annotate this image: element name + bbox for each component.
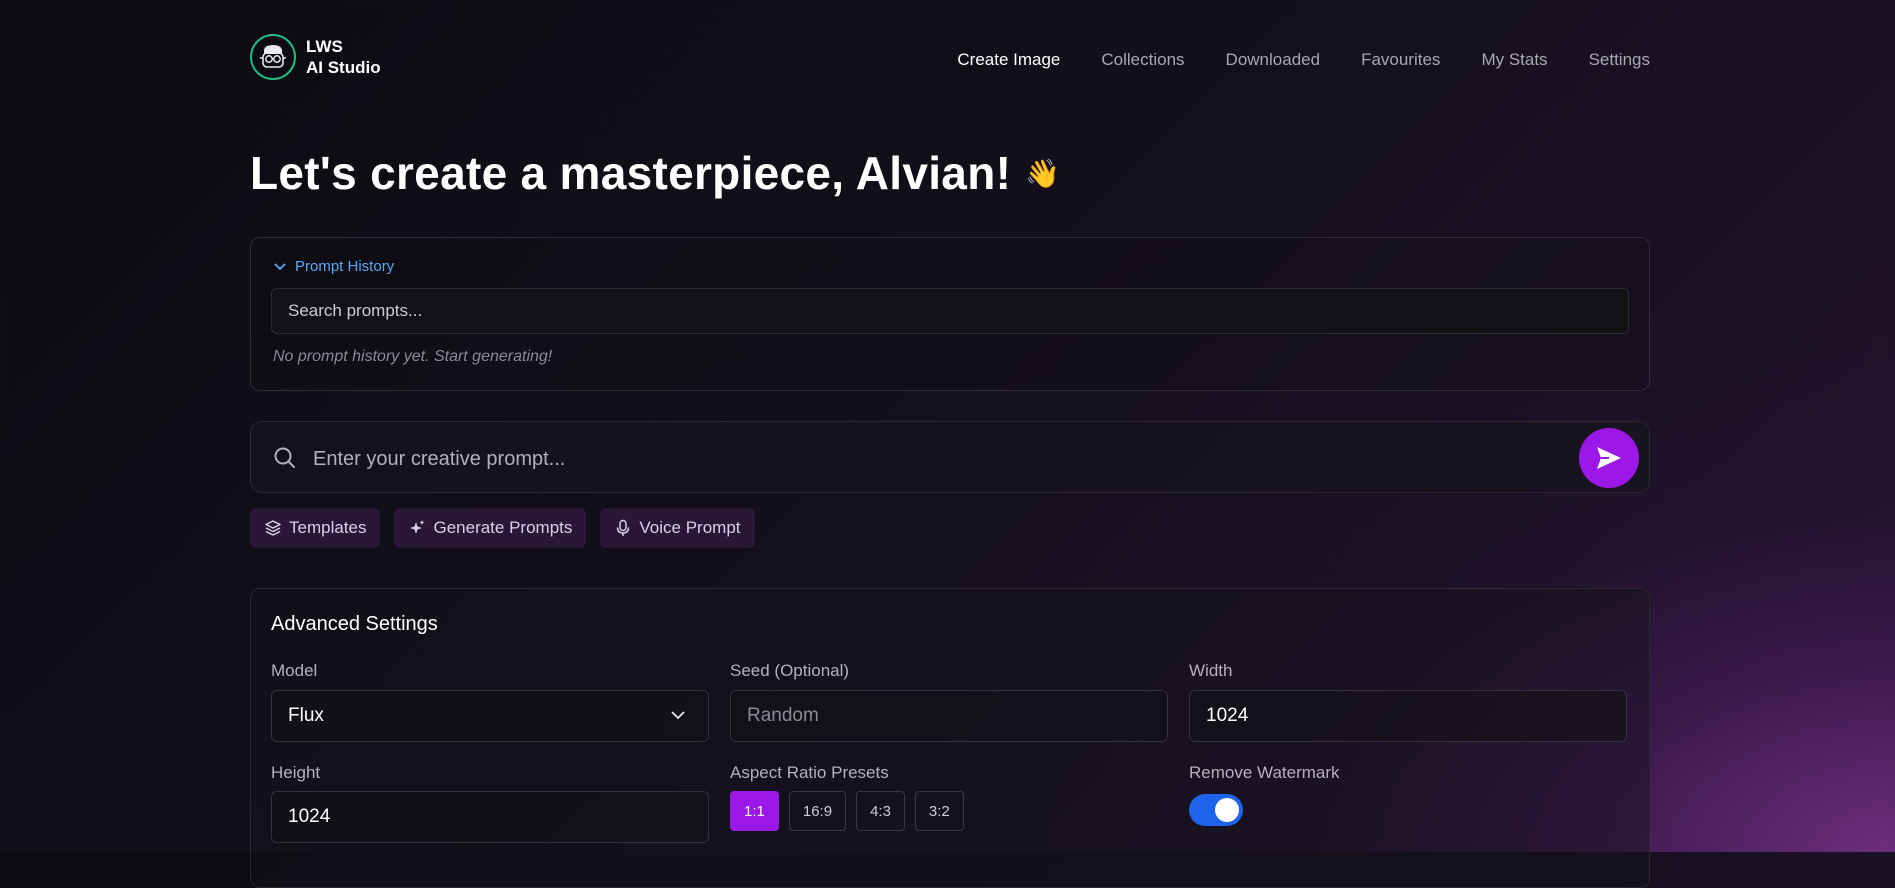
nav-settings[interactable]: Settings: [1589, 50, 1650, 70]
prompt-history-panel: Prompt History No prompt history yet. St…: [250, 237, 1650, 391]
prompt-history-label: Prompt History: [295, 258, 395, 275]
aspect-ratio-16-9[interactable]: 16:9: [788, 791, 847, 831]
templates-label: Templates: [289, 518, 367, 537]
nav-favourites[interactable]: Favourites: [1361, 50, 1440, 70]
aspect-ratio-label: Aspect Ratio Presets: [730, 763, 889, 782]
chevron-down-icon: [274, 262, 286, 270]
layers-icon: [265, 520, 281, 536]
nerd-face-icon: [250, 34, 296, 80]
page-title: Let's create a masterpiece, Alvian! 👋: [250, 148, 1060, 199]
model-label: Model: [271, 661, 318, 680]
nav-create-image[interactable]: Create Image: [957, 50, 1060, 70]
width-input[interactable]: 1024: [1189, 690, 1627, 742]
prompt-tools: Templates Generate Prompts Voice Prompt: [250, 508, 755, 548]
width-input-value: 1024: [1206, 705, 1249, 726]
seed-input-placeholder: Random: [747, 705, 819, 726]
brand-name: LWS AI Studio: [306, 36, 381, 78]
app-container: LWS AI Studio Create Image Collections D…: [250, 0, 1650, 888]
model-select-value: Flux: [288, 705, 324, 726]
waving-hand-icon: 👋: [1025, 158, 1061, 189]
generate-prompts-button[interactable]: Generate Prompts: [394, 508, 587, 548]
seed-label: Seed (Optional): [730, 661, 850, 680]
advanced-settings-title: Advanced Settings: [271, 613, 438, 635]
height-input[interactable]: 1024: [271, 791, 709, 843]
page-title-text: Let's create a masterpiece, Alvian!: [250, 147, 1012, 199]
header: LWS AI Studio Create Image Collections D…: [250, 34, 1650, 90]
prompt-history-search-input[interactable]: [271, 288, 1629, 334]
templates-button[interactable]: Templates: [250, 508, 381, 548]
height-input-value: 1024: [288, 806, 331, 827]
brand-logo[interactable]: LWS AI Studio: [250, 34, 381, 80]
aspect-ratio-4-3[interactable]: 4:3: [856, 791, 905, 831]
nav-my-stats[interactable]: My Stats: [1481, 50, 1547, 70]
prompt-history-empty-text: No prompt history yet. Start generating!: [273, 348, 553, 365]
toggle-knob: [1215, 798, 1239, 822]
main-nav: Create Image Collections Downloaded Favo…: [957, 50, 1650, 70]
model-select[interactable]: Flux: [271, 690, 709, 742]
brand-line-1: LWS: [306, 37, 343, 56]
prompt-history-toggle[interactable]: Prompt History: [273, 258, 394, 275]
remove-watermark-toggle[interactable]: [1189, 794, 1243, 826]
seed-input[interactable]: Random: [730, 690, 1168, 742]
send-icon: [1597, 447, 1621, 469]
sparkles-icon: [410, 520, 425, 534]
advanced-settings-panel: Advanced Settings Model Flux Seed (Optio…: [250, 588, 1650, 888]
nav-downloaded[interactable]: Downloaded: [1226, 50, 1321, 70]
aspect-ratio-3-2[interactable]: 3:2: [914, 791, 964, 831]
voice-prompt-button[interactable]: Voice Prompt: [600, 508, 755, 548]
width-label: Width: [1189, 661, 1233, 680]
brand-line-2: AI Studio: [306, 58, 381, 77]
aspect-ratio-1-1[interactable]: 1:1: [730, 791, 779, 831]
search-icon: [274, 447, 295, 468]
chevron-down-icon: [671, 711, 685, 720]
prompt-input[interactable]: [311, 436, 1515, 482]
generate-prompts-label: Generate Prompts: [433, 518, 573, 537]
nav-collections[interactable]: Collections: [1101, 50, 1184, 70]
microphone-icon: [617, 519, 630, 536]
voice-prompt-label: Voice Prompt: [639, 518, 741, 537]
send-button[interactable]: [1579, 428, 1639, 488]
aspect-ratio-presets: 1:1 16:9 4:3 3:2: [730, 791, 964, 831]
prompt-bar: [250, 421, 1650, 493]
height-label: Height: [271, 763, 321, 782]
remove-watermark-label: Remove Watermark: [1189, 763, 1340, 782]
